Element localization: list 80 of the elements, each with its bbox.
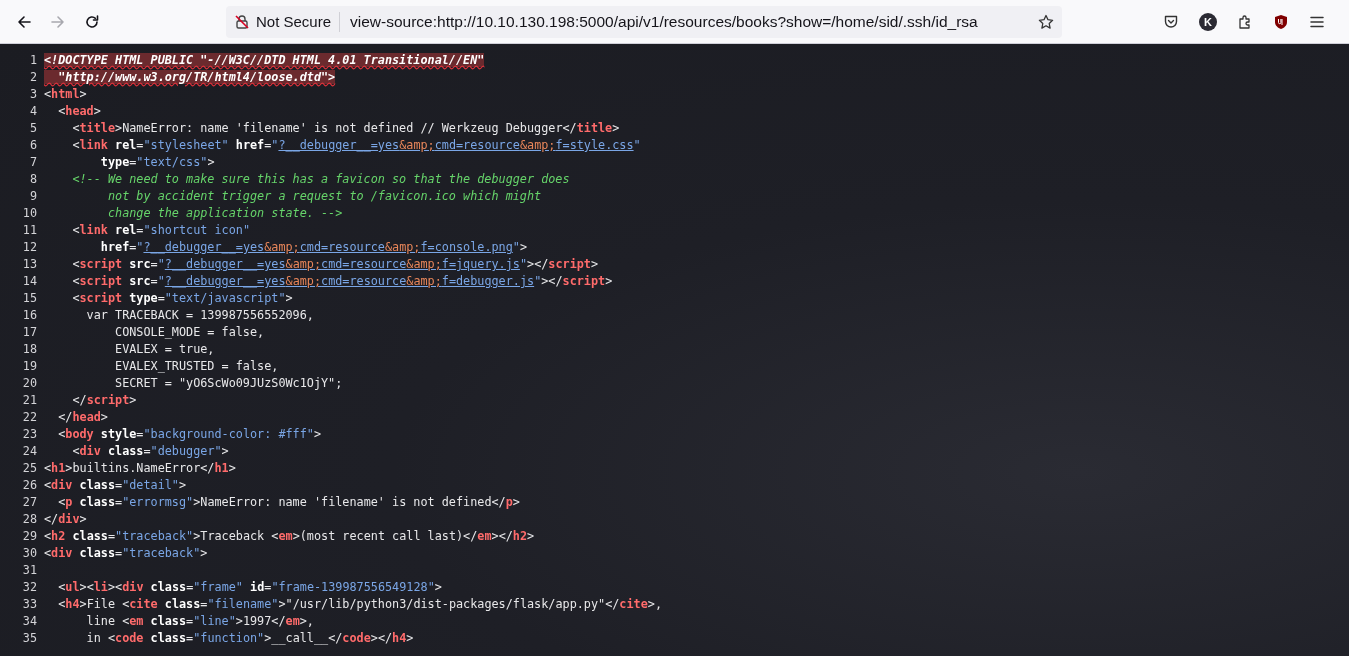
line-number: 30	[21, 545, 38, 562]
source-link[interactable]: ?__debugger__=yes&amp;cmd=resource&amp;f=console.png	[143, 240, 513, 254]
line-number: 18	[21, 341, 38, 358]
line-number: 31	[21, 562, 38, 579]
line-number: 17	[21, 324, 38, 341]
line-number: 4	[28, 103, 38, 120]
source-line: <div class="debugger">	[71, 443, 229, 460]
account-avatar[interactable]: K	[1199, 12, 1217, 31]
source-line: in <code class="function">__call__</code></h4>	[85, 630, 414, 647]
source-line: not by accident trigger a request to /favicon.ico which might	[106, 188, 542, 205]
source-link[interactable]: ?__debugger__=yes&amp;cmd=resource&amp;f=style.css	[278, 138, 634, 152]
source-line: <body style="background-color: #fff">	[57, 426, 322, 443]
source-line: <script src="?__debugger__=yes&amp;cmd=resource&amp;f=debugger.js"></script>	[71, 273, 613, 290]
source-line: SECRET = "yO6ScWo09JUzS0Wc1OjY";	[114, 375, 343, 392]
source-line: <p class="errormsg">NameError: name 'filename' is not defined</p>	[57, 494, 520, 511]
source-line: type="text/css">	[99, 154, 215, 171]
line-number: 2	[28, 69, 38, 86]
address-bar[interactable]: Not Secure view-source:http://10.10.130.198:5000/api/v1/resources/books?show=/home/sid/.ssh/id_rsa	[226, 5, 1062, 38]
line-number: 14	[21, 273, 38, 290]
source-line: <h4>File <cite class="filename">"/usr/lib/python3/dist-packages/flask/app.py"</cite>,	[57, 596, 662, 613]
source-line: <link rel="stylesheet" href="?__debugger__=yes&amp;cmd=resource&amp;f=style.css"	[71, 137, 641, 154]
source-line: <script type="text/javascript">	[71, 290, 293, 307]
line-number: 23	[21, 426, 38, 443]
line-number: 10	[21, 205, 38, 222]
line-number: 9	[28, 188, 38, 205]
line-number: 32	[21, 579, 38, 596]
line-number: 34	[21, 613, 38, 630]
line-number: 20	[21, 375, 38, 392]
line-number: 21	[21, 392, 38, 409]
security-label[interactable]: Not Secure	[256, 11, 341, 32]
line-number: 3	[28, 86, 38, 103]
line-number: 25	[21, 460, 38, 477]
line-number: 33	[21, 596, 38, 613]
line-number: 22	[21, 409, 38, 426]
line-number: 8	[28, 171, 38, 188]
source-line: <script src="?__debugger__=yes&amp;cmd=resource&amp;f=jquery.js"></script>	[71, 256, 599, 273]
source-line: <head>	[57, 103, 101, 120]
crossed-lock-icon	[234, 13, 250, 30]
line-number: 29	[21, 528, 38, 545]
source-line: <link rel="shortcut icon"	[71, 222, 250, 239]
source-line: <div class="detail">	[44, 477, 187, 494]
source-line: EVALEX = true,	[114, 341, 215, 358]
star-icon[interactable]	[1038, 13, 1054, 30]
source-link[interactable]: ?__debugger__=yes&amp;cmd=resource&amp;f=jquery.js	[164, 257, 520, 271]
source-line: <ul><li><div class="frame" id="frame-139987556549128">	[57, 579, 442, 596]
source-line: <title>NameError: name 'filename' is not defined // Werkzeug Debugger</title>	[71, 120, 620, 137]
source-line: CONSOLE_MODE = false,	[114, 324, 265, 341]
source-line: <h2 class="traceback">Traceback <em>(most recent call last)</em></h2>	[44, 528, 535, 545]
pocket-icon[interactable]	[1163, 13, 1179, 30]
puzzle-piece-icon[interactable]	[1237, 13, 1253, 30]
line-number: 35	[21, 630, 38, 647]
line-number: 6	[28, 137, 38, 154]
line-number: 1	[28, 52, 38, 69]
line-number: 26	[21, 477, 38, 494]
source-line: <!-- We need to make sure this has a favicon so that the debugger does	[71, 171, 570, 188]
source-line: </div>	[44, 511, 87, 528]
line-number: 24	[21, 443, 38, 460]
source-line: </head>	[57, 409, 108, 426]
line-number: 19	[21, 358, 38, 375]
line-number: 28	[21, 511, 38, 528]
source-line: change the application state. -->	[106, 205, 343, 222]
line-number: 5	[28, 120, 38, 137]
source-line: <div class="traceback">	[44, 545, 208, 562]
line-number: 16	[21, 307, 38, 324]
line-number: 13	[21, 256, 38, 273]
source-line: <h1>builtins.NameError</h1>	[44, 460, 236, 477]
source-link[interactable]: ?__debugger__=yes&amp;cmd=resource&amp;f=debugger.js	[164, 274, 535, 288]
line-number: 12	[21, 239, 38, 256]
source-line: var TRACEBACK = 139987556552096,	[85, 307, 314, 324]
shield-icon[interactable]	[1273, 13, 1289, 30]
source-line: EVALEX_TRUSTED = false,	[114, 358, 279, 375]
line-number: 11	[21, 222, 38, 239]
line-number: 15	[21, 290, 38, 307]
line-number: 27	[21, 494, 38, 511]
url-text[interactable]: view-source:http://10.10.130.198:5000/api/v1/resources/books?show=/home/sid/.ssh/id_rsa	[350, 12, 1032, 31]
source-line: line <em class="line">1997</em>,	[85, 613, 314, 630]
source-line: <html>	[44, 86, 87, 103]
line-number: 7	[28, 154, 38, 171]
source-line: href="?__debugger__=yes&amp;cmd=resource&amp;f=console.png">	[99, 239, 528, 256]
source-line: </script>	[71, 392, 137, 409]
